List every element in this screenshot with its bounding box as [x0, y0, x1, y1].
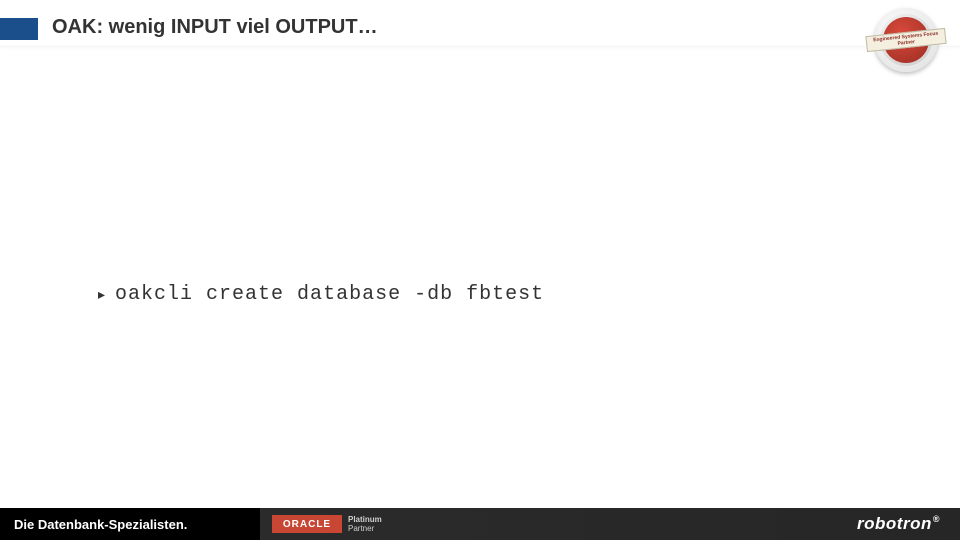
brand-registered-mark: ®	[933, 514, 940, 524]
header: OAK: wenig INPUT viel OUTPUT… Engineered…	[0, 0, 960, 50]
header-accent-bar	[0, 18, 38, 40]
slide-content: ▸ oakcli create database -db fbtest	[98, 283, 544, 306]
robotron-logo: robotron®	[857, 514, 940, 534]
oracle-partner-label: Platinum Partner	[348, 515, 382, 533]
footer-bar: Die Datenbank-Spezialisten. ORACLE Plati…	[0, 508, 960, 540]
header-divider	[0, 46, 960, 47]
footer-tagline: Die Datenbank-Spezialisten.	[14, 517, 254, 532]
triangle-bullet-icon: ▸	[98, 286, 105, 303]
partner-line2: Partner	[348, 524, 382, 533]
page-title: OAK: wenig INPUT viel OUTPUT…	[52, 16, 378, 39]
command-text: oakcli create database -db fbtest	[115, 283, 544, 306]
partner-badge: Engineered Systems Focus Partner	[870, 4, 942, 76]
oracle-logo: ORACLE	[272, 515, 342, 533]
partner-line1: Platinum	[348, 515, 382, 524]
list-item: ▸ oakcli create database -db fbtest	[98, 283, 544, 306]
brand-name: robotron	[857, 514, 932, 533]
